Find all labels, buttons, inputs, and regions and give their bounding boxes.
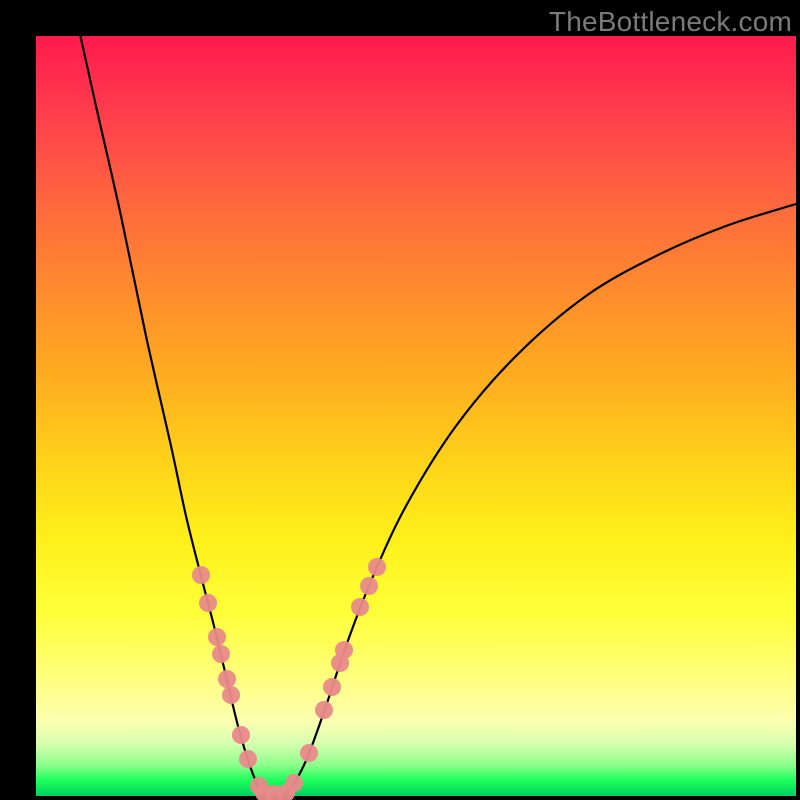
data-dot (232, 726, 250, 744)
data-dot (360, 577, 378, 595)
curve-right-branch (286, 204, 796, 794)
chart-svg (36, 36, 796, 796)
data-dot (239, 750, 257, 768)
data-dot (199, 594, 217, 612)
data-dot (351, 598, 369, 616)
data-dot (335, 641, 353, 659)
curve-group (76, 16, 796, 795)
dots-group (192, 558, 386, 800)
data-dot (300, 744, 318, 762)
watermark-text: TheBottleneck.com (549, 6, 792, 38)
data-dot (208, 628, 226, 646)
data-dot (323, 678, 341, 696)
data-dot (315, 701, 333, 719)
data-dot (285, 774, 303, 792)
chart-frame: TheBottleneck.com (0, 0, 800, 800)
plot-area (36, 36, 796, 796)
data-dot (212, 645, 230, 663)
data-dot (218, 670, 236, 688)
data-dot (192, 566, 210, 584)
data-dot (368, 558, 386, 576)
data-dot (222, 686, 240, 704)
